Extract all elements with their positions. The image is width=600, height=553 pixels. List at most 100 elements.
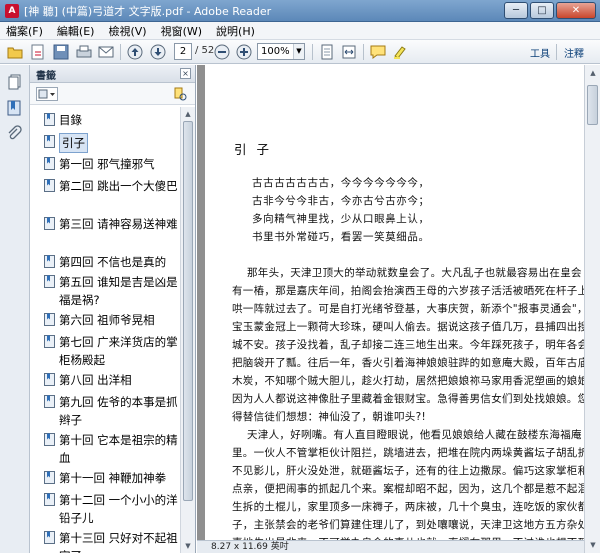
email-button[interactable] <box>97 43 115 61</box>
create-pdf-button[interactable] <box>29 43 47 61</box>
bookmark-item[interactable]: 第二回 跳出一个大傻巴 <box>44 177 180 195</box>
bookmark-item[interactable]: 第一回 邪气撞邪气 <box>44 155 180 173</box>
bookmark-item[interactable]: 第七回 广来洋货店的掌柜杨殿起 <box>44 333 180 369</box>
page-thumbnails-button[interactable] <box>6 73 24 91</box>
fit-page-icon <box>321 44 333 60</box>
bookmark-item[interactable]: 第六回 祖师爷晃相 <box>44 311 180 329</box>
bookmark-item[interactable]: 第三回 请神容易送神难 <box>44 215 180 233</box>
document-scrollbar[interactable]: ▲ ▼ <box>584 65 600 553</box>
options-menu-button[interactable] <box>36 87 58 101</box>
verse-line: 古非今兮今非古，今亦古兮古亦今； <box>252 195 430 207</box>
bookmark-search-icon <box>174 87 187 101</box>
document-view[interactable]: 引 子 古古古古古古古，今今今今今今今， 古非今兮今非古，今亦古兮古亦今； 多向… <box>197 65 584 553</box>
bookmark-item[interactable]: 第十一回 神鞭加神拳 <box>44 469 180 487</box>
scroll-down-icon[interactable]: ▼ <box>183 541 193 551</box>
minus-circle-icon <box>214 44 230 60</box>
bookmark-item-selected[interactable]: 引子 <box>44 133 180 153</box>
plus-circle-icon <box>236 44 252 60</box>
bookmark-item[interactable]: 目錄 <box>44 111 180 129</box>
scroll-thumb[interactable] <box>183 121 193 501</box>
save-button[interactable] <box>52 43 70 61</box>
bookmark-icon <box>44 255 55 268</box>
close-panel-button[interactable]: × <box>180 68 191 79</box>
minimize-button[interactable]: ─ <box>504 2 528 19</box>
page-number-input[interactable]: 2 <box>174 43 192 60</box>
navigation-pane-strip <box>0 65 30 553</box>
menu-file[interactable]: 檔案(F) <box>6 23 43 39</box>
comment-pane-button[interactable]: 注釋 <box>564 45 584 60</box>
menu-edit[interactable]: 編輯(E) <box>57 23 95 39</box>
bookmark-icon <box>44 217 55 230</box>
bookmark-item[interactable]: 第四回 不信也是真的 <box>44 253 180 271</box>
bookmark-icon <box>44 335 55 348</box>
highlighter-icon <box>394 46 406 59</box>
title-bar: A [神 聽] (中篇)弓道才 文字版.pdf - Adobe Reader ─… <box>0 0 600 22</box>
highlight-button[interactable] <box>391 43 409 61</box>
save-icon <box>53 44 69 60</box>
menu-bar: 檔案(F) 編輯(E) 檢視(V) 視窗(W) 說明(H) <box>0 22 600 40</box>
fit-width-icon <box>342 45 356 59</box>
bookmark-item[interactable]: 第十回 它本是祖宗的精血 <box>44 431 180 467</box>
verse-line: 古古古古古古古，今今今今今今今， <box>252 177 430 189</box>
zoom-out-button[interactable] <box>213 43 231 61</box>
fit-width-button[interactable] <box>340 43 358 61</box>
close-button[interactable]: ✕ <box>556 2 596 19</box>
scroll-up-icon[interactable]: ▲ <box>588 68 598 78</box>
scroll-up-icon[interactable]: ▲ <box>183 109 193 119</box>
create-icon <box>31 44 44 60</box>
verse-line: 多向精气神里找，少从口眼鼻上认， <box>252 213 430 225</box>
bookmark-item[interactable]: 第五回 谁知是吉是凶是福是祸? <box>44 273 180 309</box>
arrow-up-icon <box>127 44 143 60</box>
envelope-icon <box>98 46 114 58</box>
arrow-down-icon <box>150 44 166 60</box>
bookmarks-panel-title: 書籤 <box>36 71 56 82</box>
bookmarks-list: 目錄 引子 第一回 邪气撞邪气 第二回 跳出一个大傻巴 第三回 请神容易送神难 … <box>30 107 180 553</box>
body-line: 城不安。孩子没找着，乱子却接二连三地生出来。今年踩死孩子，明年各会间 <box>232 339 584 351</box>
zoom-select[interactable]: 100% ▼ <box>257 43 305 60</box>
bookmarks-toolbar <box>30 83 195 105</box>
bookmark-icon <box>44 433 55 446</box>
toolbar-separator <box>363 44 364 60</box>
body-line: 因为人人都说这神像肚子里藏着金银财宝。急得善男信女们到处找娘娘。您 <box>232 393 584 405</box>
scroll-down-icon[interactable]: ▼ <box>588 540 598 550</box>
bookmark-item[interactable]: 第九回 佐爷的本事是抓辫子 <box>44 393 180 429</box>
adobe-reader-icon: A <box>5 4 19 18</box>
previous-page-button[interactable] <box>126 43 144 61</box>
bookmarks-panel: 書籤 × 目錄 引子 第一回 邪气撞邪气 第二回 跳出一个大傻巴 第三回 请神容… <box>30 65 196 553</box>
next-page-button[interactable] <box>149 43 167 61</box>
maximize-button[interactable]: □ <box>530 2 554 19</box>
zoom-value: 100% <box>261 46 290 57</box>
chevron-down-icon: ▼ <box>293 44 304 59</box>
open-button[interactable] <box>6 43 24 61</box>
menu-view[interactable]: 檢視(V) <box>108 23 146 39</box>
body-line: 哄一阵就过去了。可是自打光绪爷登基，大事庆贺，新添个"报事灵通会"， <box>232 303 584 315</box>
zoom-in-button[interactable] <box>235 43 253 61</box>
bookmark-icon <box>44 157 55 170</box>
print-button[interactable] <box>75 43 93 61</box>
bookmark-icon <box>44 493 55 506</box>
speech-bubble-icon <box>370 45 386 59</box>
body-line: 木炭，不知哪个贼大胆儿，趁火打劫，居然把娘娘祢马家用香泥塑画的娘娘 <box>232 375 584 387</box>
bookmark-icon <box>7 100 21 116</box>
bookmark-item[interactable]: 第十三回 只好对不起祖宗了 <box>44 529 180 553</box>
comment-button[interactable] <box>369 43 387 61</box>
pdf-page: 引 子 古古古古古古古，今今今今今今今， 古非今兮今非古，今亦古兮古亦今； 多向… <box>205 65 584 553</box>
options-icon <box>38 89 55 99</box>
page-size-status: 8.27 x 11.69 英吋 <box>197 540 584 553</box>
bookmarks-panel-header: 書籤 × <box>30 65 195 83</box>
scroll-thumb[interactable] <box>587 85 598 125</box>
fit-page-button[interactable] <box>318 43 336 61</box>
attachments-button[interactable] <box>6 125 24 143</box>
body-line: 生拆的土棍儿，家里顶多一床褥子，两床被，几十个臭虫，连吃饭的家伙都 <box>232 501 584 513</box>
bookmark-tool-button[interactable] <box>173 87 187 101</box>
tools-button[interactable]: 工具 <box>530 45 550 60</box>
bookmarks-scrollbar[interactable]: ▲ ▼ <box>180 107 195 553</box>
bookmarks-button[interactable] <box>6 99 24 117</box>
bookmark-item[interactable]: 第八回 出洋相 <box>44 371 180 389</box>
menu-window[interactable]: 視窗(W) <box>161 23 202 39</box>
body-line: 有一樁，那是嘉庆年间，拍阁会抬演西王母的六岁孩子活活被晒死在杆子上。 <box>232 285 584 297</box>
print-icon <box>76 45 92 58</box>
bookmark-item[interactable]: 第十二回 一个小小的洋铅子儿 <box>44 491 180 527</box>
bookmark-icon <box>44 531 55 544</box>
menu-help[interactable]: 說明(H) <box>216 23 255 39</box>
